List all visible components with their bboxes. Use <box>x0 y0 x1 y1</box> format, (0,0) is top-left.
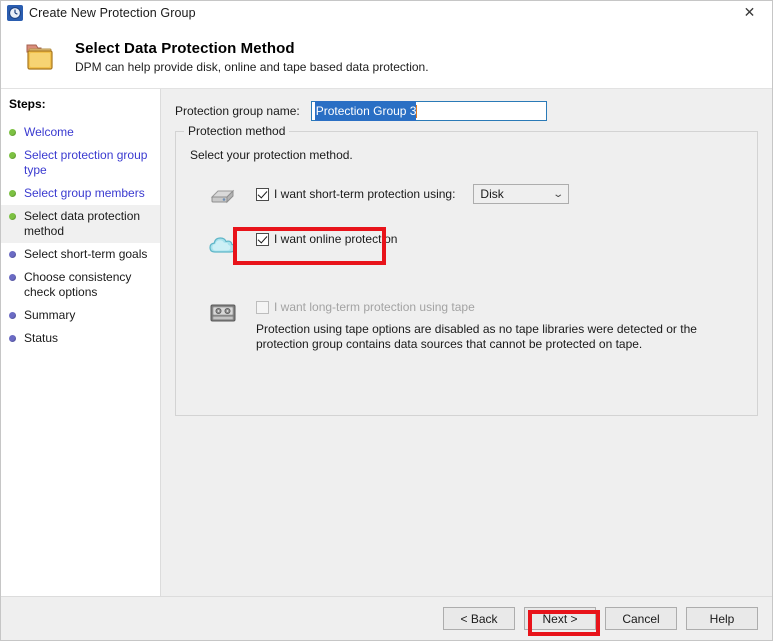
sidebar-item-label: Select group members <box>24 186 145 200</box>
sidebar-item-select-protection-group-type[interactable]: Select protection group type <box>1 144 160 182</box>
body: Steps: Welcome Select protection group t… <box>1 89 772 596</box>
protection-group-name-label: Protection group name: <box>175 104 300 118</box>
sidebar-item-label: Welcome <box>24 125 74 139</box>
steps-sidebar: Steps: Welcome Select protection group t… <box>1 89 161 596</box>
page-title: Select Data Protection Method <box>75 39 295 57</box>
chevron-down-icon: ⌄ <box>552 188 565 200</box>
next-button[interactable]: Next > <box>524 607 596 630</box>
text-caret <box>416 104 418 118</box>
step-bullet-icon <box>9 251 16 258</box>
tape-disabled-note: Protection using tape options are disabl… <box>256 322 697 351</box>
sidebar-item-status[interactable]: Status <box>1 327 160 350</box>
long-term-tape-checkbox <box>256 300 269 314</box>
protection-group-name-input[interactable]: Protection Group 3 <box>310 101 547 121</box>
protection-method-groupbox: Protection method Select your protection… <box>175 124 758 416</box>
main-content: Protection group name: Protection Group … <box>161 89 772 596</box>
page-subtitle: DPM can help provide disk, online and ta… <box>75 59 429 74</box>
step-bullet-icon <box>9 129 16 136</box>
sidebar-item-welcome[interactable]: Welcome <box>1 121 160 144</box>
sidebar-item-label: Summary <box>24 308 76 322</box>
step-bullet-icon <box>9 152 16 159</box>
short-term-protection-checkbox[interactable] <box>256 187 269 201</box>
sidebar-item-label: Select short-term goals <box>24 247 148 261</box>
short-term-media-dropdown[interactable]: Disk ⌄ <box>473 184 570 204</box>
sidebar-item-label: Select protection group type <box>24 148 148 177</box>
online-protection-checkbox[interactable] <box>256 232 269 246</box>
clock-recovery-icon <box>7 5 23 21</box>
sidebar-item-choose-consistency-check-options[interactable]: Choose consistency check options <box>1 266 160 304</box>
sidebar-item-label: Choose consistency check options <box>24 270 132 299</box>
protection-method-groupbox-title: Protection method <box>184 124 290 138</box>
protection-group-name-value: Protection Group 3 <box>314 101 417 121</box>
tape-icon <box>208 300 238 326</box>
short-term-protection-label: I want short-term protection using: <box>274 187 456 201</box>
steps-heading: Steps: <box>9 97 46 111</box>
page-header: Select Data Protection Method DPM can he… <box>1 25 772 89</box>
disk-icon <box>208 184 238 210</box>
sidebar-item-summary[interactable]: Summary <box>1 304 160 327</box>
step-bullet-icon <box>9 213 16 220</box>
create-protection-group-window: Create New Protection Group ✕ Select Dat… <box>0 0 773 641</box>
sidebar-item-select-short-term-goals[interactable]: Select short-term goals <box>1 243 160 266</box>
sidebar-item-select-group-members[interactable]: Select group members <box>1 182 160 205</box>
step-bullet-icon <box>9 312 16 319</box>
long-term-tape-protection-row: I want long-term protection using tape P… <box>188 300 745 352</box>
online-protection-row: I want online protection <box>188 232 745 258</box>
step-bullet-icon <box>9 274 16 281</box>
sidebar-item-label: Status <box>24 331 59 345</box>
protection-method-intro: Select your protection method. <box>190 148 353 162</box>
step-bullet-icon <box>9 190 16 197</box>
back-button[interactable]: < Back <box>443 607 515 630</box>
help-button[interactable]: Help <box>686 607 758 630</box>
title-bar: Create New Protection Group ✕ <box>1 1 772 25</box>
sidebar-item-select-data-protection-method[interactable]: Select data protection method <box>1 205 160 243</box>
folder-icon <box>23 38 63 76</box>
online-protection-label: I want online protection <box>274 232 398 246</box>
long-term-tape-label: I want long-term protection using tape <box>274 300 475 314</box>
protection-group-name-row: Protection group name: Protection Group … <box>175 101 758 121</box>
close-icon[interactable]: ✕ <box>727 1 772 25</box>
step-bullet-icon <box>9 335 16 342</box>
cloud-icon <box>208 232 238 258</box>
sidebar-item-label: Select data protection method <box>24 209 141 238</box>
short-term-media-value: Disk <box>480 187 504 201</box>
cancel-button[interactable]: Cancel <box>605 607 677 630</box>
dialog-footer: < Back Next > Cancel Help <box>1 596 772 640</box>
short-term-protection-row: I want short-term protection using: Disk… <box>188 184 745 210</box>
window-title: Create New Protection Group <box>29 6 196 20</box>
